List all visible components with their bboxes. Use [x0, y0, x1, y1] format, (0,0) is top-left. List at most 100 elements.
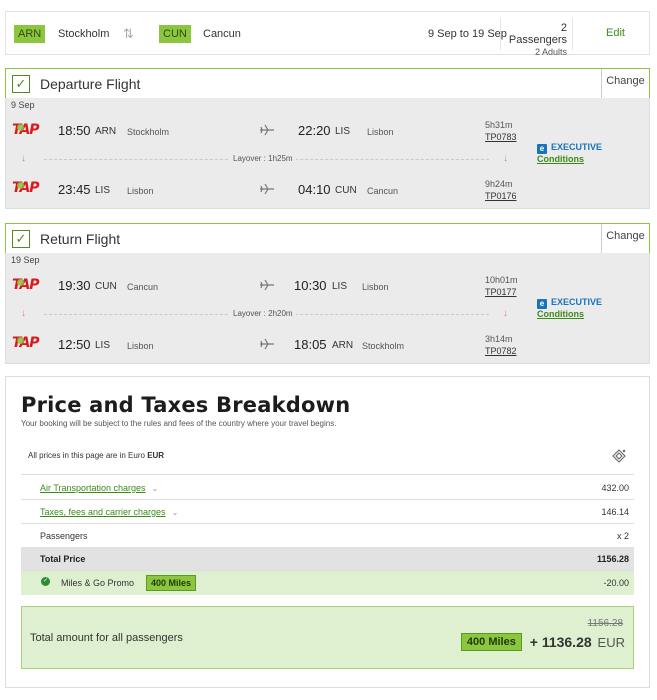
cabin-label: EXECUTIVE: [551, 142, 603, 152]
arrival-airport-code: LIS: [335, 126, 351, 137]
departure-airport-code: LIS: [95, 340, 111, 351]
total-price-value: 1156.28: [596, 554, 629, 564]
passenger-count: 2 Passengers 2 Adults: [505, 22, 567, 58]
conditions-link[interactable]: Conditions: [537, 154, 584, 164]
air-transportation-toggle[interactable]: Air Transportation charges ⌄: [40, 483, 158, 493]
arrival-airport-code: ARN: [332, 340, 354, 351]
arrow-down-icon: ↓: [503, 153, 508, 164]
passenger-breakdown: 2 Adults: [534, 47, 567, 57]
swap-arrows-icon: ⇅: [123, 26, 134, 41]
price-breakdown-subtitle: Your booking will be subject to the rule…: [21, 419, 337, 428]
flight-number-link[interactable]: TP0177: [485, 287, 517, 297]
layover-duration: Layover : 2h20m: [230, 309, 296, 318]
promo-check-icon: ✓: [41, 577, 50, 586]
air-transportation-value: 432.00: [601, 483, 629, 493]
travel-dates: 9 Sep to 19 Sep: [428, 28, 507, 40]
destination-code-badge: CUN: [159, 25, 191, 43]
plane-icon: [260, 183, 274, 195]
promo-label: Miles & Go Promo: [61, 578, 135, 588]
promo-miles-badge: 400 Miles: [146, 575, 197, 591]
grand-total-box: Total amount for all passengers 1156.28 …: [21, 606, 634, 669]
total-price-label: Total Price: [40, 554, 86, 564]
return-flight-details: 19 Sep TAP 19:30 CUN Cancun 10:30 LIS Li…: [5, 253, 650, 364]
tap-logo: TAP: [12, 277, 40, 293]
flight-duration: 9h24m: [485, 179, 513, 189]
arrival-airport-code: LIS: [332, 281, 348, 292]
taxes-toggle[interactable]: Taxes, fees and carrier charges ⌄: [40, 507, 178, 517]
final-currency: EUR: [597, 635, 625, 650]
arrival-city: Lisbon: [362, 282, 389, 292]
conditions-link[interactable]: Conditions: [537, 309, 584, 319]
tap-logo: TAP: [12, 122, 40, 138]
cabin-label: EXECUTIVE: [551, 297, 603, 307]
arrow-down-icon: ↓: [503, 308, 508, 319]
arrow-down-icon: ↓: [21, 308, 26, 319]
arrival-city: Stockholm: [362, 341, 405, 351]
departure-flight-header: ✓ Departure Flight Change: [5, 68, 650, 99]
grand-total-label: Total amount for all passengers: [30, 632, 183, 644]
tap-logo: TAP: [12, 335, 40, 351]
cabin-icon: e: [537, 299, 547, 309]
return-date: 19 Sep: [11, 255, 40, 265]
search-summary-bar: ARN Stockholm ⇅ CUN Cancun 9 Sep to 19 S…: [5, 11, 650, 58]
chevron-down-icon: ⌄: [151, 484, 159, 493]
divider: [572, 18, 573, 50]
layover-duration: Layover : 1h25m: [230, 154, 296, 163]
tap-logo: TAP: [12, 180, 40, 196]
arrival-city: Cancun: [367, 186, 399, 196]
passengers-value: x 2: [616, 531, 629, 541]
return-flight-header: ✓ Return Flight Change: [5, 223, 650, 254]
departure-flight-title: Departure Flight: [40, 76, 141, 92]
check-icon: ✓: [12, 75, 30, 93]
arrow-down-icon: ↓: [21, 153, 26, 164]
passenger-total: 2 Passengers: [508, 22, 567, 46]
cabin-icon: e: [537, 144, 547, 154]
flight-duration: 3h14m: [485, 334, 513, 344]
promo-row: ✓ Miles & Go Promo 400 Miles -20.00: [21, 571, 634, 595]
flight-number-link[interactable]: TP0782: [485, 346, 517, 356]
currency-exchange-icon[interactable]: [610, 447, 628, 465]
promo-value: -20.00: [603, 578, 629, 588]
return-flight-title: Return Flight: [40, 231, 121, 247]
change-return-button[interactable]: Change: [601, 224, 649, 253]
departure-time: 23:45: [58, 182, 91, 197]
arrival-time: 18:05: [294, 337, 327, 352]
flight-number-link[interactable]: TP0176: [485, 191, 517, 201]
final-amount-value: 1136.28: [541, 634, 592, 650]
currency-note: All prices in this page are in Euro EUR: [28, 451, 165, 460]
price-breakdown-panel: Price and Taxes Breakdown Your booking w…: [5, 376, 650, 688]
departure-flight-details: 9 Sep TAP 18:50 ARN Stockholm 22:20 LIS …: [5, 98, 650, 209]
departure-airport-code: ARN: [95, 126, 117, 137]
plane-icon: [260, 279, 274, 291]
final-amount: 400 Miles + 1136.28 EUR: [460, 633, 625, 651]
price-breakdown-title: Price and Taxes Breakdown: [21, 393, 351, 417]
change-departure-button[interactable]: Change: [601, 69, 649, 98]
plus-sign: +: [529, 634, 538, 650]
edit-search-button[interactable]: Edit: [606, 27, 625, 39]
flight-number-link[interactable]: TP0783: [485, 132, 517, 142]
passengers-label: Passengers: [40, 531, 88, 541]
departure-time: 19:30: [58, 278, 91, 293]
departure-city: Cancun: [127, 282, 159, 292]
arrival-city: Lisbon: [367, 127, 394, 137]
currency-note-row: All prices in this page are in Euro EUR: [21, 437, 634, 475]
chevron-down-icon: ⌄: [171, 508, 179, 517]
original-total: 1156.28: [587, 618, 623, 629]
departure-time: 12:50: [58, 337, 91, 352]
flight-duration: 10h01m: [485, 275, 518, 285]
departure-city: Lisbon: [127, 186, 154, 196]
air-transportation-row: Air Transportation charges ⌄ 432.00: [21, 476, 634, 500]
departure-city: Lisbon: [127, 341, 154, 351]
departure-airport-code: CUN: [95, 281, 117, 292]
arrival-time: 10:30: [294, 278, 327, 293]
passengers-row: Passengers x 2: [21, 524, 634, 548]
flight-duration: 5h31m: [485, 120, 513, 130]
taxes-row: Taxes, fees and carrier charges ⌄ 146.14: [21, 500, 634, 524]
origin-city: Stockholm: [58, 28, 110, 40]
cabin-class: e EXECUTIVE: [537, 142, 602, 154]
plane-icon: [260, 124, 274, 136]
arrival-time: 22:20: [298, 123, 331, 138]
divider: [500, 18, 501, 50]
departure-date: 9 Sep: [11, 100, 35, 110]
check-icon: ✓: [12, 230, 30, 248]
